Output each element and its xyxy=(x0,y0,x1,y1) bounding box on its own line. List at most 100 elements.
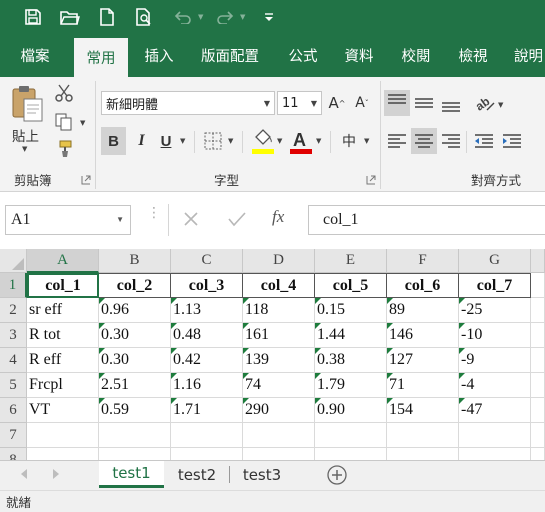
chevron-down-icon[interactable]: ▼ xyxy=(116,215,124,224)
cell-a6[interactable]: VT xyxy=(27,398,99,423)
copy-dropdown-icon[interactable]: ▼ xyxy=(80,119,85,127)
number-stored-as-text-indicator[interactable] xyxy=(171,348,177,354)
font-color-icon[interactable]: A xyxy=(289,127,313,155)
cell-d7[interactable] xyxy=(243,423,315,448)
font-color-dropdown-icon[interactable]: ▼ xyxy=(316,137,321,145)
underline-dropdown-icon[interactable]: ▼ xyxy=(180,137,185,145)
decrease-font-size-icon[interactable]: Aˇ xyxy=(352,91,372,115)
number-stored-as-text-indicator[interactable] xyxy=(171,398,177,404)
number-stored-as-text-indicator[interactable] xyxy=(387,398,393,404)
underline-button[interactable]: U xyxy=(155,127,177,155)
number-stored-as-text-indicator[interactable] xyxy=(171,373,177,379)
undo-icon[interactable] xyxy=(172,6,194,28)
tab-help[interactable]: 說明 xyxy=(504,34,545,77)
cell-e3[interactable]: 1.44 xyxy=(315,323,387,348)
increase-indent-icon[interactable] xyxy=(499,128,525,154)
cell-b3[interactable]: 0.30 xyxy=(99,323,171,348)
number-stored-as-text-indicator[interactable] xyxy=(459,323,465,329)
cell-a3[interactable]: R tot xyxy=(27,323,99,348)
row-header-2[interactable]: 2 xyxy=(0,298,27,323)
cell-c3[interactable]: 0.48 xyxy=(171,323,243,348)
cell-g8[interactable] xyxy=(459,448,531,460)
name-box[interactable]: A1 ▼ xyxy=(5,205,131,235)
cell-g5[interactable]: -4 xyxy=(459,373,531,398)
cut-icon[interactable] xyxy=(54,83,74,103)
cell-g2[interactable]: -25 xyxy=(459,298,531,323)
borders-icon[interactable] xyxy=(203,131,223,151)
bold-button[interactable]: B xyxy=(101,127,126,155)
cell-f6[interactable]: 154 xyxy=(387,398,459,423)
cell-c8[interactable] xyxy=(171,448,243,460)
cell-f8[interactable] xyxy=(387,448,459,460)
cell-b4[interactable]: 0.30 xyxy=(99,348,171,373)
fill-color-dropdown-icon[interactable]: ▼ xyxy=(277,137,282,145)
paste-dropdown-icon[interactable]: ▼ xyxy=(22,145,27,153)
number-stored-as-text-indicator[interactable] xyxy=(387,298,393,304)
number-stored-as-text-indicator[interactable] xyxy=(99,298,105,304)
number-stored-as-text-indicator[interactable] xyxy=(99,348,105,354)
number-stored-as-text-indicator[interactable] xyxy=(387,348,393,354)
number-stored-as-text-indicator[interactable] xyxy=(459,298,465,304)
save-icon[interactable] xyxy=(22,6,44,28)
clipboard-dialog-launcher-icon[interactable] xyxy=(81,175,91,185)
cell-h2[interactable] xyxy=(531,298,545,323)
copy-icon[interactable] xyxy=(54,112,74,132)
decrease-indent-icon[interactable] xyxy=(471,128,497,154)
new-file-icon[interactable] xyxy=(96,6,118,28)
cell-b1[interactable]: col_2 xyxy=(99,273,171,298)
row-header-7[interactable]: 7 xyxy=(0,423,27,448)
cell-f7[interactable] xyxy=(387,423,459,448)
paste-icon[interactable] xyxy=(10,85,44,125)
column-header-d[interactable]: D xyxy=(243,249,315,273)
row-header-1[interactable]: 1 xyxy=(0,273,27,298)
cell-e4[interactable]: 0.38 xyxy=(315,348,387,373)
number-stored-as-text-indicator[interactable] xyxy=(459,398,465,404)
cell-h4[interactable] xyxy=(531,348,545,373)
add-sheet-icon[interactable] xyxy=(326,464,348,486)
tab-view[interactable]: 檢視 xyxy=(446,34,500,77)
select-all-corner[interactable] xyxy=(0,249,27,273)
align-left-icon[interactable] xyxy=(384,128,410,154)
phonetic-dropdown-icon[interactable]: ▼ xyxy=(364,137,369,145)
cell-a1[interactable]: col_1 xyxy=(27,273,99,298)
number-stored-as-text-indicator[interactable] xyxy=(387,373,393,379)
row-header-8[interactable]: 8 xyxy=(0,448,27,460)
cell-f1[interactable]: col_6 xyxy=(387,273,459,298)
number-stored-as-text-indicator[interactable] xyxy=(315,348,321,354)
align-center-icon[interactable] xyxy=(411,128,437,154)
italic-button[interactable]: I xyxy=(129,127,154,155)
open-folder-icon[interactable] xyxy=(59,6,81,28)
cell-c4[interactable]: 0.42 xyxy=(171,348,243,373)
cell-c1[interactable]: col_3 xyxy=(171,273,243,298)
customize-qat-icon[interactable] xyxy=(258,6,280,28)
column-header-a[interactable]: A xyxy=(27,249,99,273)
top-align-icon[interactable] xyxy=(384,90,410,116)
paste-label[interactable]: 貼上 xyxy=(12,125,39,145)
redo-icon[interactable] xyxy=(214,6,236,28)
cell-a2[interactable]: sr eff xyxy=(27,298,99,323)
tab-data[interactable]: 資料 xyxy=(332,34,386,77)
format-painter-icon[interactable] xyxy=(56,139,76,159)
row-header-6[interactable]: 6 xyxy=(0,398,27,423)
cell-d3[interactable]: 161 xyxy=(243,323,315,348)
number-stored-as-text-indicator[interactable] xyxy=(387,323,393,329)
cell-f3[interactable]: 146 xyxy=(387,323,459,348)
font-size-select[interactable]: 11 ▼ xyxy=(277,91,322,115)
cell-e2[interactable]: 0.15 xyxy=(315,298,387,323)
cell-e1[interactable]: col_5 xyxy=(315,273,387,298)
number-stored-as-text-indicator[interactable] xyxy=(243,398,249,404)
number-stored-as-text-indicator[interactable] xyxy=(243,373,249,379)
tab-file[interactable]: 檔案 xyxy=(8,34,62,77)
cell-a8[interactable] xyxy=(27,448,99,460)
cell-g1[interactable]: col_7 xyxy=(459,273,531,298)
number-stored-as-text-indicator[interactable] xyxy=(315,373,321,379)
cell-a4[interactable]: R eff xyxy=(27,348,99,373)
cell-e7[interactable] xyxy=(315,423,387,448)
cell-a5[interactable]: Frcpl xyxy=(27,373,99,398)
cell-f4[interactable]: 127 xyxy=(387,348,459,373)
number-stored-as-text-indicator[interactable] xyxy=(171,323,177,329)
cell-b7[interactable] xyxy=(99,423,171,448)
bottom-align-icon[interactable] xyxy=(438,90,464,116)
tab-review[interactable]: 校閱 xyxy=(389,34,443,77)
redo-dropdown-icon[interactable]: ▼ xyxy=(240,13,245,21)
